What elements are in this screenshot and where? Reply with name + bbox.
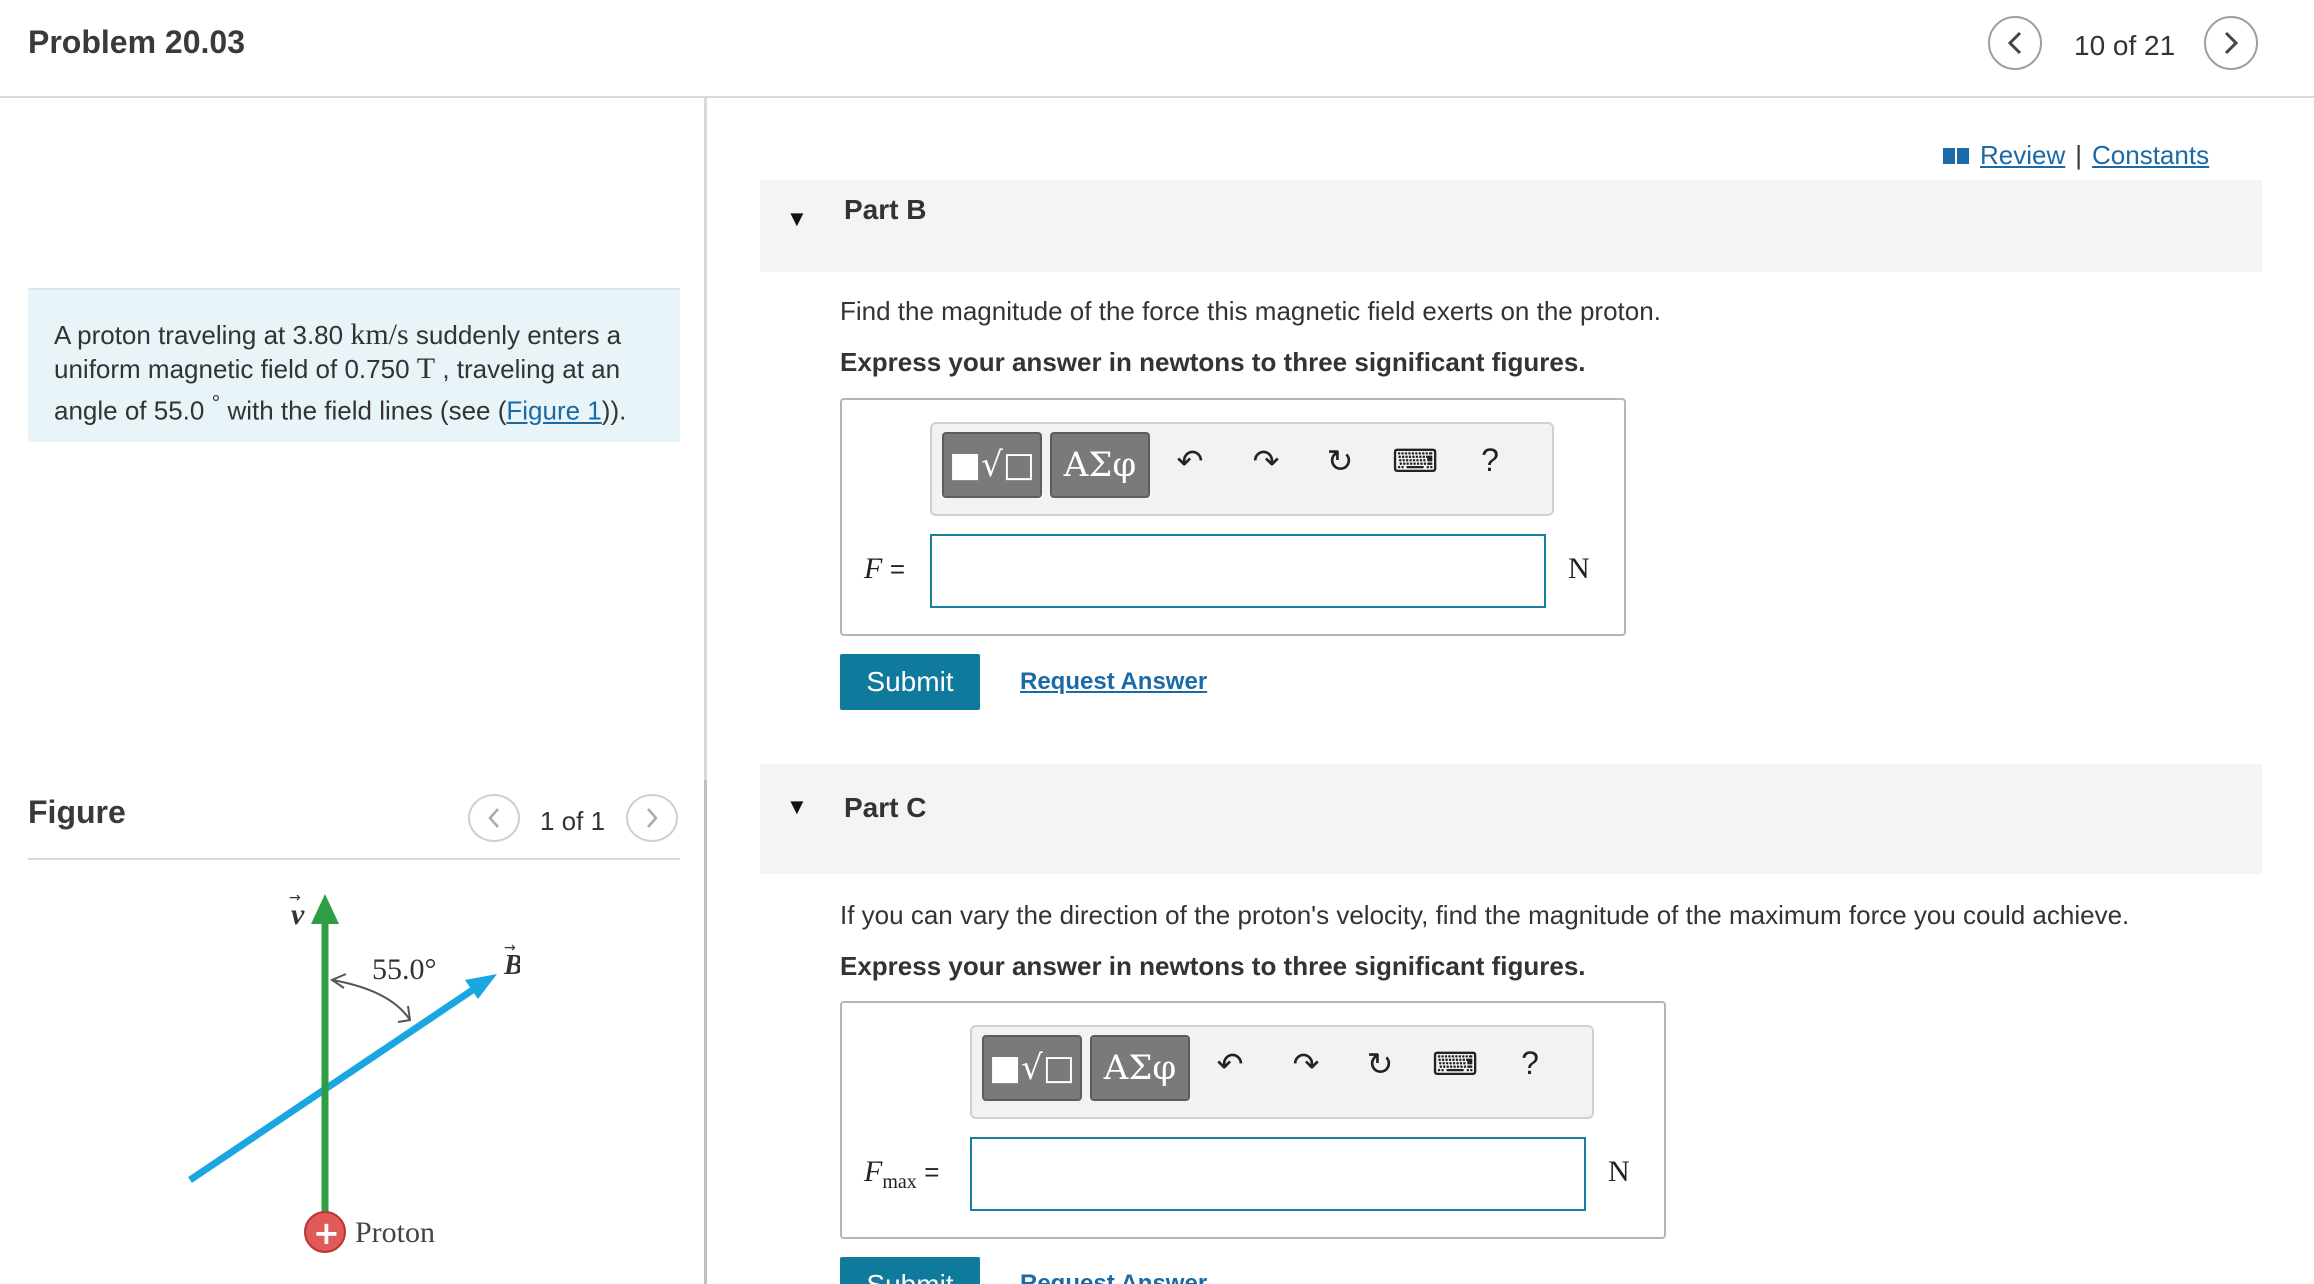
redo-icon[interactable]: ↷ <box>1284 1045 1328 1083</box>
part-b-instruction: Express your answer in newtons to three … <box>840 347 1586 377</box>
figure-prev-button[interactable] <box>468 794 520 842</box>
reset-icon[interactable]: ↻ <box>1358 1045 1402 1083</box>
problem-text: with the field lines (see ( <box>220 395 507 426</box>
figure-diagram: 55.0° v → B → + Proton <box>188 890 520 1253</box>
proton-label: Proton <box>355 1216 435 1249</box>
help-icon[interactable]: ? <box>1468 442 1512 479</box>
symbols-button[interactable]: ΑΣφ <box>1050 432 1150 498</box>
part-b-answer-box: ■√□ ΑΣφ ↶ ↷ ↻ ⌨ ? F = N <box>840 398 1626 636</box>
equals-sign: = <box>924 1157 940 1187</box>
part-c-instruction: Express your answer in newtons to three … <box>840 951 1586 981</box>
velocity-vector-arrow: → <box>289 890 301 906</box>
templates-button[interactable]: ■√□ <box>942 432 1042 498</box>
figure-title: Figure <box>28 794 126 830</box>
part-c-variable-label: Fmax = <box>864 1155 939 1194</box>
templates-button[interactable]: ■√□ <box>982 1035 1082 1101</box>
velocity-arrowhead <box>311 894 339 924</box>
reset-icon[interactable]: ↻ <box>1318 442 1362 480</box>
problem-statement: A proton traveling at 3.80 km/s suddenly… <box>28 288 680 442</box>
variable-name: F <box>864 552 883 585</box>
part-c-answer-input[interactable] <box>970 1137 1586 1211</box>
speed-unit: km/s <box>350 318 409 351</box>
field-vector-arrow: → <box>504 940 516 956</box>
next-problem-button[interactable] <box>2204 16 2258 70</box>
redo-icon[interactable]: ↷ <box>1244 442 1288 480</box>
symbols-button[interactable]: ΑΣφ <box>1090 1035 1190 1101</box>
part-c-submit-button[interactable]: Submit <box>840 1257 980 1284</box>
problem-text: )). <box>601 395 627 426</box>
part-c-request-answer-link[interactable]: Request Answer <box>1020 1270 1207 1284</box>
collapse-caret-icon[interactable]: ▼ <box>786 794 808 820</box>
review-link[interactable]: Review <box>1980 140 2065 171</box>
field-line <box>188 982 482 1183</box>
book-icon <box>1943 147 1969 164</box>
panel-divider-lower[interactable] <box>704 780 707 1284</box>
part-c-answer-box: ■√□ ΑΣφ ↶ ↷ ↻ ⌨ ? Fmax = N <box>840 1001 1666 1239</box>
angle-label: 55.0° <box>372 953 437 986</box>
proton-sign: + <box>313 1214 340 1252</box>
part-b-submit-button[interactable]: Submit <box>840 654 980 710</box>
equals-sign: = <box>889 554 906 584</box>
part-c-math-toolbar: ■√□ ΑΣφ ↶ ↷ ↻ ⌨ ? <box>970 1025 1594 1119</box>
field-unit: T <box>416 352 436 385</box>
undo-icon[interactable]: ↶ <box>1168 442 1212 480</box>
constants-link[interactable]: Constants <box>2092 140 2209 171</box>
previous-problem-button[interactable] <box>1988 16 2042 70</box>
angle-arc <box>331 979 411 1021</box>
part-c-unit: N <box>1608 1155 1630 1188</box>
review-constants-links: Review | Constants <box>1942 140 2209 171</box>
collapse-caret-icon[interactable]: ▼ <box>786 206 808 232</box>
part-b-math-toolbar: ■√□ ΑΣφ ↶ ↷ ↻ ⌨ ? <box>930 422 1554 516</box>
figure-divider <box>28 858 680 860</box>
keyboard-icon[interactable]: ⌨ <box>1432 1045 1478 1083</box>
part-b-unit: N <box>1568 552 1590 585</box>
undo-icon[interactable]: ↶ <box>1208 1045 1252 1083</box>
part-b-request-answer-link[interactable]: Request Answer <box>1020 668 1207 696</box>
part-b-label: Part B <box>844 194 927 225</box>
part-b-header[interactable]: ▼ Part B <box>760 180 2262 272</box>
part-b-variable-label: F = <box>864 552 905 586</box>
part-c-label: Part C <box>844 792 927 823</box>
header-bar: Problem 20.03 10 of 21 <box>0 0 2314 98</box>
degree-symbol: ° <box>211 390 221 415</box>
keyboard-icon[interactable]: ⌨ <box>1392 442 1438 480</box>
chevron-left-icon <box>488 808 499 828</box>
chevron-left-icon <box>2007 31 2022 55</box>
chevron-right-icon <box>647 808 658 828</box>
part-b-answer-input[interactable] <box>930 534 1546 608</box>
part-c-question: If you can vary the direction of the pro… <box>840 900 2130 930</box>
problem-position: 10 of 21 <box>2074 30 2176 61</box>
figure-link[interactable]: Figure 1 <box>506 396 601 426</box>
part-b-question: Find the magnitude of the force this mag… <box>840 296 1661 326</box>
problem-title: Problem 20.03 <box>28 24 245 60</box>
figure-count: 1 of 1 <box>540 806 606 836</box>
problem-text: A proton traveling at 3.80 <box>54 320 351 350</box>
part-c-header[interactable]: ▼ Part C <box>760 764 2262 874</box>
link-separator: | <box>2075 140 2083 170</box>
variable-name: F <box>864 1155 883 1188</box>
help-icon[interactable]: ? <box>1508 1045 1552 1082</box>
figure-next-button[interactable] <box>626 794 678 842</box>
variable-subscript: max <box>882 1171 917 1193</box>
chevron-right-icon <box>2224 31 2239 55</box>
